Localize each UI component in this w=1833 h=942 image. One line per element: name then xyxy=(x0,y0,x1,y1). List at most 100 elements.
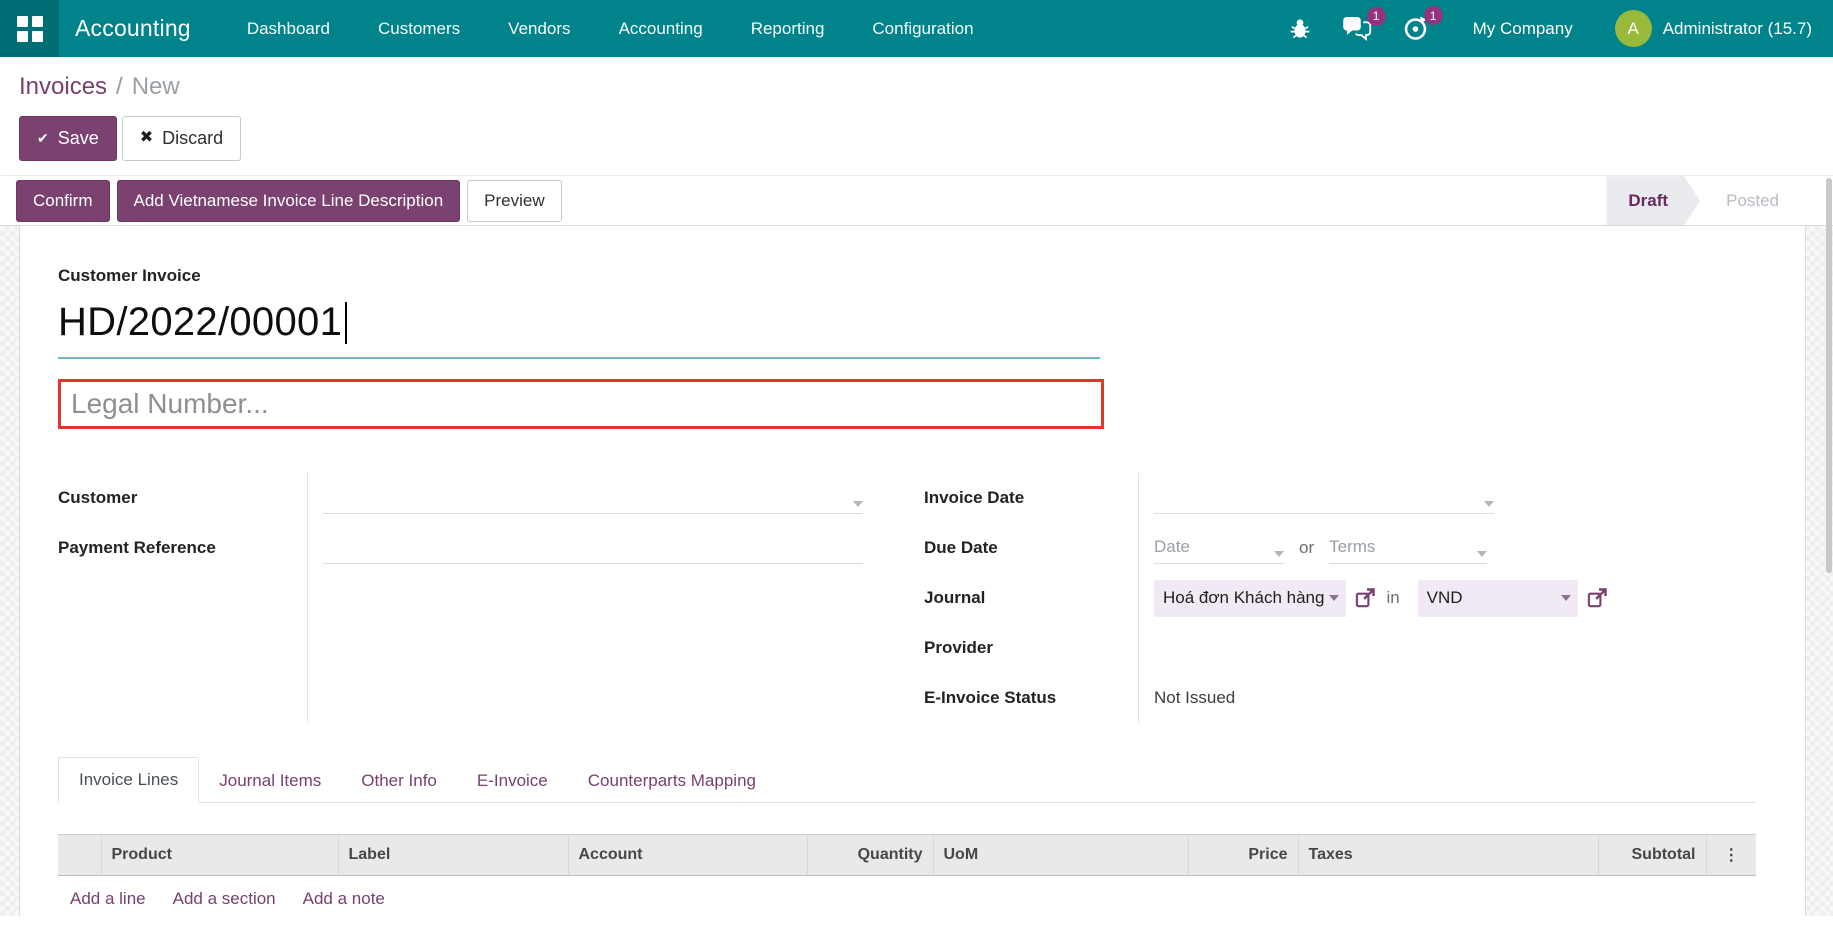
top-navbar: Accounting Dashboard Customers Vendors A… xyxy=(0,0,1833,57)
due-date-placeholder: Date xyxy=(1154,537,1190,557)
tab-e-invoice[interactable]: E-Invoice xyxy=(457,759,568,803)
fields-right-group: Invoice Date Due Date Journal Provider E… xyxy=(924,473,1607,723)
content-area: Customer Invoice HD/2022/00001 Customer … xyxy=(0,226,1833,916)
state-draft[interactable]: Draft xyxy=(1606,176,1700,225)
chevron-down-icon xyxy=(1274,551,1284,557)
menu-item-customers[interactable]: Customers xyxy=(378,19,460,39)
status-indicator: Draft Posted xyxy=(1606,176,1805,225)
add-a-note-link[interactable]: Add a note xyxy=(303,889,385,909)
menu-item-reporting[interactable]: Reporting xyxy=(751,19,825,39)
invoice-number-input[interactable]: HD/2022/00001 xyxy=(58,300,1100,359)
add-a-section-link[interactable]: Add a section xyxy=(173,889,276,909)
messages-badge: 1 xyxy=(1367,7,1386,26)
avatar: A xyxy=(1615,10,1652,47)
column-taxes: Taxes xyxy=(1298,835,1598,876)
optional-columns-icon[interactable]: ⋮ xyxy=(1706,835,1756,876)
apps-menu-button[interactable] xyxy=(0,0,59,57)
column-account: Account xyxy=(568,835,807,876)
chevron-down-icon xyxy=(1477,551,1487,557)
provider-label: Provider xyxy=(924,623,1138,673)
menu-item-vendors[interactable]: Vendors xyxy=(508,19,570,39)
discard-button[interactable]: ✖ Discard xyxy=(122,116,241,161)
fields-left-group: Customer Payment Reference xyxy=(58,473,863,723)
column-label: Label xyxy=(338,835,568,876)
currency-external-link-icon[interactable] xyxy=(1587,588,1607,608)
save-label: Save xyxy=(58,126,99,151)
tab-other-info[interactable]: Other Info xyxy=(341,759,457,803)
confirm-button[interactable]: Confirm xyxy=(16,180,110,222)
preview-button[interactable]: Preview xyxy=(467,180,561,222)
menu-item-accounting[interactable]: Accounting xyxy=(619,19,703,39)
activities-badge: 1 xyxy=(1424,6,1443,25)
einvoice-status-value: Not Issued xyxy=(1154,688,1235,708)
chevron-down-icon xyxy=(1329,595,1339,601)
terms-placeholder: Terms xyxy=(1329,537,1375,557)
text-cursor xyxy=(345,302,347,344)
notebook-tabs: Invoice Lines Journal Items Other Info E… xyxy=(58,757,1756,803)
chevron-down-icon xyxy=(1561,595,1571,601)
chevron-down-icon xyxy=(1484,501,1494,507)
state-posted[interactable]: Posted xyxy=(1700,176,1805,225)
debug-bug-icon[interactable] xyxy=(1288,16,1312,41)
handle-column-header xyxy=(58,835,101,876)
activities-icon[interactable]: 1 xyxy=(1402,15,1429,42)
control-panel: Invoices / New ✔ Save ✖ Discard xyxy=(0,57,1833,175)
invoice-lines-table: Product Label Account Quantity UoM Price… xyxy=(58,834,1756,916)
or-label: or xyxy=(1299,538,1314,558)
statusbar: Confirm Add Vietnamese Invoice Line Desc… xyxy=(0,175,1833,226)
check-icon: ✔ xyxy=(37,129,49,149)
legal-number-input[interactable] xyxy=(61,388,1101,420)
messages-icon[interactable]: 1 xyxy=(1342,16,1372,42)
customer-field[interactable] xyxy=(323,482,863,514)
einvoice-status-label: E-Invoice Status xyxy=(924,673,1138,723)
tab-counterparts-mapping[interactable]: Counterparts Mapping xyxy=(568,759,776,803)
menu-item-dashboard[interactable]: Dashboard xyxy=(247,19,330,39)
journal-value: Hoá đơn Khách hàng xyxy=(1163,588,1324,608)
add-vietnamese-description-button[interactable]: Add Vietnamese Invoice Line Description xyxy=(117,180,461,222)
systray: 1 1 My Company A Administrator (15.7) xyxy=(1258,10,1833,47)
currency-field[interactable]: VND xyxy=(1418,580,1578,617)
payment-reference-label: Payment Reference xyxy=(58,523,307,573)
tab-journal-items[interactable]: Journal Items xyxy=(199,759,341,803)
column-subtotal: Subtotal xyxy=(1598,835,1706,876)
user-menu[interactable]: A Administrator (15.7) xyxy=(1615,10,1812,47)
payment-terms-field[interactable]: Terms xyxy=(1329,532,1487,564)
tab-invoice-lines[interactable]: Invoice Lines xyxy=(58,757,199,803)
company-switcher[interactable]: My Company xyxy=(1473,19,1573,39)
add-line-row: Add a line Add a section Add a note xyxy=(58,876,1756,917)
due-date-label: Due Date xyxy=(924,523,1138,573)
add-a-line-link[interactable]: Add a line xyxy=(70,889,146,909)
vertical-scrollbar[interactable] xyxy=(1826,178,1832,573)
breadcrumb-separator: / xyxy=(116,73,123,100)
form-action-buttons: ✔ Save ✖ Discard xyxy=(19,116,1833,161)
breadcrumb-invoices-link[interactable]: Invoices xyxy=(19,73,107,100)
app-name[interactable]: Accounting xyxy=(75,15,191,42)
journal-label: Journal xyxy=(924,573,1138,623)
provider-field[interactable] xyxy=(1154,623,1607,673)
due-date-field[interactable]: Date xyxy=(1154,532,1284,564)
form-fields: Customer Payment Reference xyxy=(58,473,1805,723)
menu-item-configuration[interactable]: Configuration xyxy=(872,19,973,39)
invoice-date-label: Invoice Date xyxy=(924,473,1138,523)
legal-number-highlight-box xyxy=(58,379,1104,429)
invoice-form-sheet: Customer Invoice HD/2022/00001 Customer … xyxy=(19,226,1806,916)
invoice-number: HD/2022/00001 xyxy=(58,300,342,345)
document-type-label: Customer Invoice xyxy=(58,266,1805,286)
column-quantity: Quantity xyxy=(807,835,933,876)
journal-field[interactable]: Hoá đơn Khách hàng xyxy=(1154,580,1346,617)
table-header-row: Product Label Account Quantity UoM Price… xyxy=(58,835,1756,876)
journal-external-link-icon[interactable] xyxy=(1355,588,1375,608)
breadcrumb: Invoices / New xyxy=(19,72,1833,102)
cross-icon: ✖ xyxy=(140,127,153,149)
invoice-date-field[interactable] xyxy=(1154,482,1494,514)
payment-reference-field[interactable] xyxy=(323,532,863,564)
column-price: Price xyxy=(1188,835,1298,876)
currency-value: VND xyxy=(1427,588,1463,608)
column-product: Product xyxy=(101,835,338,876)
user-name: Administrator (15.7) xyxy=(1663,19,1812,39)
save-button[interactable]: ✔ Save xyxy=(19,116,117,161)
customer-label: Customer xyxy=(58,473,307,523)
discard-label: Discard xyxy=(162,126,223,151)
breadcrumb-current: New xyxy=(132,73,180,100)
main-menu: Dashboard Customers Vendors Accounting R… xyxy=(247,19,974,39)
